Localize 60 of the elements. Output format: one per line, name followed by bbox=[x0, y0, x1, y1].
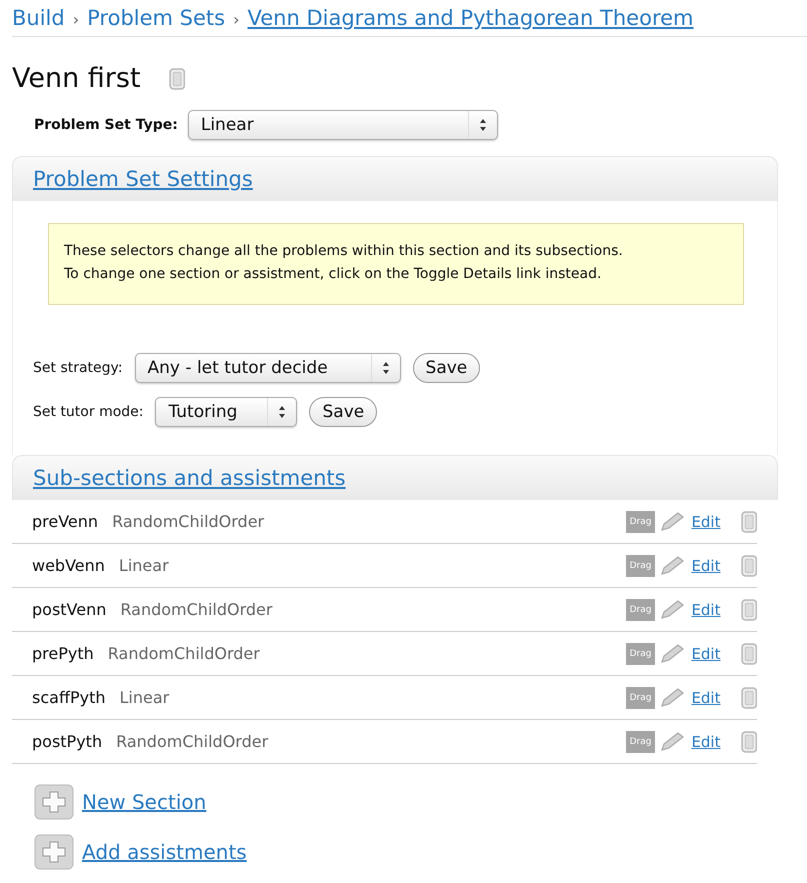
page-title: Venn first bbox=[12, 63, 141, 94]
section-order: RandomChildOrder bbox=[108, 644, 261, 663]
dropdown[interactable]: Linear bbox=[188, 110, 498, 140]
section-name: postPyth bbox=[32, 732, 102, 751]
plus-icon[interactable] bbox=[34, 834, 74, 870]
section-link[interactable]: Problem Set Settings bbox=[33, 167, 253, 191]
trash-icon[interactable] bbox=[740, 554, 757, 576]
section-order: Linear bbox=[120, 688, 170, 707]
edit-link[interactable]: Edit bbox=[691, 512, 720, 530]
drag-handle[interactable]: Drag bbox=[626, 686, 656, 708]
breadcrumb-link[interactable]: Problem Sets bbox=[87, 6, 226, 30]
breadcrumb-link[interactable]: Build bbox=[12, 6, 65, 30]
pencil-icon[interactable] bbox=[659, 686, 686, 708]
section-name: postVenn bbox=[32, 600, 106, 619]
trash-icon[interactable] bbox=[740, 510, 757, 532]
drag-handle[interactable]: Drag bbox=[626, 598, 656, 620]
section-order: Linear bbox=[118, 556, 170, 575]
section-name: scaffPyth bbox=[32, 688, 106, 707]
updown-arrows-icon[interactable] bbox=[278, 405, 286, 419]
field-label: Problem Set Type: bbox=[34, 117, 178, 133]
dropdown[interactable]: Tutoring bbox=[155, 397, 298, 427]
updown-arrows-icon[interactable] bbox=[382, 361, 390, 375]
pencil-icon[interactable] bbox=[659, 642, 686, 664]
trash-icon[interactable] bbox=[740, 598, 757, 620]
trash-icon[interactable] bbox=[740, 642, 757, 664]
section-name: preVenn bbox=[32, 512, 98, 531]
plus-icon[interactable] bbox=[34, 784, 74, 820]
trash-icon[interactable] bbox=[740, 730, 757, 752]
breadcrumb-separator: › bbox=[233, 10, 240, 29]
pencil-icon[interactable] bbox=[659, 554, 686, 576]
section-name: webVenn bbox=[32, 556, 105, 575]
section-order: RandomChildOrder bbox=[116, 732, 270, 751]
field-label: Set strategy: bbox=[33, 360, 123, 376]
edit-link[interactable]: Edit bbox=[691, 732, 720, 750]
notice-message: These selectors change all the problems within this section and its subsections. To change one section or assistment, click on the Toggle Details link instead. bbox=[48, 223, 744, 305]
section-name: prePyth bbox=[32, 644, 94, 663]
edit-link[interactable]: Edit bbox=[691, 600, 720, 618]
field-label: Set tutor mode: bbox=[33, 404, 144, 420]
edit-link[interactable]: Edit bbox=[691, 688, 720, 706]
breadcrumb-separator: › bbox=[72, 10, 80, 29]
save-button[interactable]: Save bbox=[309, 397, 378, 427]
action-link[interactable]: New Section bbox=[82, 790, 206, 814]
save-button[interactable]: Save bbox=[412, 353, 480, 383]
section-order: RandomChildOrder bbox=[120, 600, 274, 619]
breadcrumb-link[interactable]: Venn Diagrams and Pythagorean Theorem bbox=[248, 6, 694, 30]
pencil-icon[interactable] bbox=[659, 598, 686, 620]
trash-icon[interactable] bbox=[740, 686, 757, 708]
edit-link[interactable]: Edit bbox=[691, 644, 720, 662]
updown-arrows-icon[interactable] bbox=[478, 118, 487, 132]
edit-link[interactable]: Edit bbox=[691, 556, 720, 574]
section-order: RandomChildOrder bbox=[112, 512, 266, 531]
trash-icon[interactable] bbox=[168, 68, 186, 90]
drag-handle[interactable]: Drag bbox=[626, 510, 656, 532]
drag-handle[interactable]: Drag bbox=[626, 554, 656, 576]
action-link[interactable]: Add assistments bbox=[82, 840, 247, 864]
drag-handle[interactable]: Drag bbox=[626, 730, 656, 752]
drag-handle[interactable]: Drag bbox=[626, 642, 656, 664]
pencil-icon[interactable] bbox=[659, 510, 686, 532]
dropdown[interactable]: Any - let tutor decide bbox=[134, 353, 401, 383]
pencil-icon[interactable] bbox=[659, 730, 686, 752]
